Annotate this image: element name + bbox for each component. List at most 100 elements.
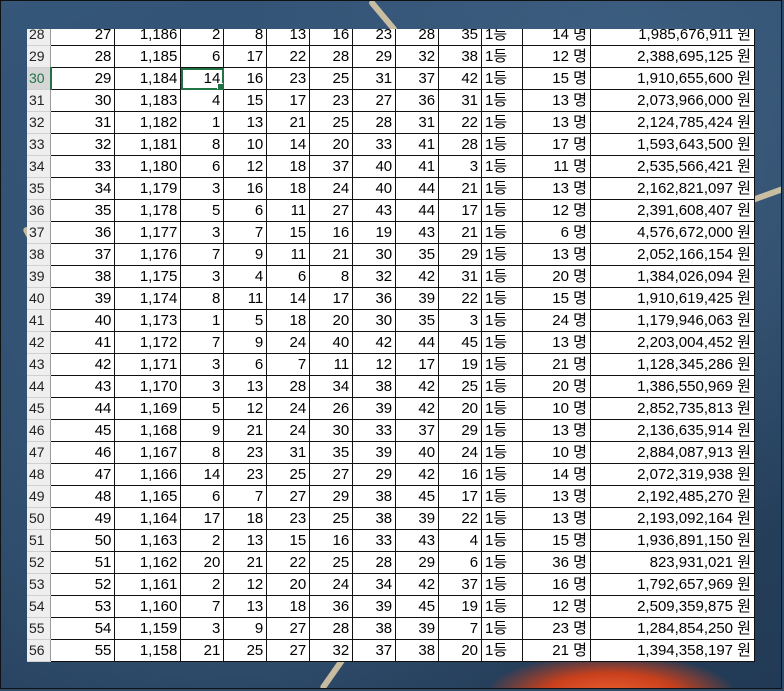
row-header[interactable]: 38 [27, 243, 52, 266]
num2-cell[interactable]: 12 [223, 155, 268, 178]
num4-cell[interactable]: 11 [309, 353, 354, 376]
num4-cell[interactable]: 37 [309, 155, 354, 178]
draw-no-cell[interactable]: 1,159 [114, 617, 182, 640]
winners-cell[interactable]: 14 명 [522, 29, 591, 46]
num5-cell[interactable]: 29 [352, 463, 397, 486]
rank-cell[interactable]: 1등 [481, 331, 523, 354]
bonus-cell[interactable]: 37 [438, 573, 483, 596]
table-row[interactable]: 52 51 1,162 20 21 22 25 28 29 6 1등 36 명 823,931,021 … [27, 551, 755, 574]
rank-cell[interactable]: 1등 [481, 595, 523, 618]
table-row[interactable]: 44 43 1,170 3 13 28 34 38 42 25 1등 20 명 1,386,550,96… [27, 375, 755, 398]
prize-cell[interactable]: 2,852,735,813 원 [589, 397, 755, 420]
num6-cell[interactable]: 41 [395, 155, 440, 178]
table-row[interactable]: 49 48 1,165 6 7 27 29 38 45 17 1등 13 명 2,192,485,270… [27, 485, 755, 508]
table-row[interactable]: 36 35 1,178 5 6 11 27 43 44 17 1등 12 명 2,391,608,407… [27, 199, 755, 222]
bonus-cell[interactable]: 21 [438, 221, 483, 244]
winners-cell[interactable]: 12 명 [522, 45, 591, 68]
table-row[interactable]: 39 38 1,175 3 4 6 8 32 42 31 1등 20 명 1,384,026,094 원 [27, 265, 755, 288]
num2-cell[interactable]: 9 [223, 617, 268, 640]
round-cell[interactable]: 34 [50, 177, 116, 200]
winners-cell[interactable]: 13 명 [522, 419, 591, 442]
row-header[interactable]: 48 [27, 463, 52, 486]
num5-cell[interactable]: 19 [352, 221, 397, 244]
prize-cell[interactable]: 2,388,695,125 원 [589, 45, 755, 68]
winners-cell[interactable]: 13 명 [522, 507, 591, 530]
table-row[interactable]: 29 28 1,185 6 17 22 28 29 32 38 1등 12 명 2,388,695,12… [27, 45, 755, 68]
bonus-cell[interactable]: 28 [438, 133, 483, 156]
num5-cell[interactable]: 38 [352, 485, 397, 508]
num6-cell[interactable]: 42 [395, 397, 440, 420]
draw-no-cell[interactable]: 1,168 [114, 419, 182, 442]
prize-cell[interactable]: 1,910,619,425 원 [589, 287, 755, 310]
bonus-cell[interactable]: 35 [438, 29, 483, 46]
draw-no-cell[interactable]: 1,182 [114, 111, 182, 134]
num5-cell[interactable]: 32 [352, 265, 397, 288]
num1-cell[interactable]: 1 [180, 111, 225, 134]
num6-cell[interactable]: 42 [395, 573, 440, 596]
num2-cell[interactable]: 8 [223, 29, 268, 46]
num6-cell[interactable]: 44 [395, 331, 440, 354]
table-row[interactable]: 56 55 1,158 21 25 27 32 37 38 20 1등 21 명 1,394,358,1… [27, 639, 755, 662]
num6-cell[interactable]: 35 [395, 309, 440, 332]
num3-cell[interactable]: 28 [266, 375, 311, 398]
table-row[interactable]: 47 46 1,167 8 23 31 35 39 40 24 1등 10 명 2,884,087,91… [27, 441, 755, 464]
num1-cell[interactable]: 3 [180, 353, 225, 376]
prize-cell[interactable]: 2,136,635,914 원 [589, 419, 755, 442]
num2-cell[interactable]: 15 [223, 89, 268, 112]
num6-cell[interactable]: 35 [395, 243, 440, 266]
bonus-cell[interactable]: 24 [438, 441, 483, 464]
draw-no-cell[interactable]: 1,164 [114, 507, 182, 530]
table-row[interactable]: 32 31 1,182 1 13 21 25 28 31 22 1등 13 명 2,124,785,42… [27, 111, 755, 134]
winners-cell[interactable]: 13 명 [522, 331, 591, 354]
winners-cell[interactable]: 12 명 [522, 199, 591, 222]
table-row[interactable]: 41 40 1,173 1 5 18 20 30 35 3 1등 24 명 1,179,946,063 … [27, 309, 755, 332]
rank-cell[interactable]: 1등 [481, 29, 523, 46]
prize-cell[interactable]: 823,931,021 원 [589, 551, 755, 574]
draw-no-cell[interactable]: 1,186 [114, 29, 182, 46]
num5-cell[interactable]: 38 [352, 375, 397, 398]
num6-cell[interactable]: 28 [395, 29, 440, 46]
num1-cell[interactable]: 9 [180, 419, 225, 442]
table-row[interactable]: 54 53 1,160 7 13 18 36 39 45 19 1등 12 명 2,509,359,87… [27, 595, 755, 618]
num2-cell[interactable]: 21 [223, 551, 268, 574]
winners-cell[interactable]: 16 명 [522, 573, 591, 596]
round-cell[interactable]: 32 [50, 133, 116, 156]
draw-no-cell[interactable]: 1,177 [114, 221, 182, 244]
bonus-cell[interactable]: 19 [438, 595, 483, 618]
num2-cell[interactable]: 25 [223, 639, 268, 662]
num6-cell[interactable]: 37 [395, 67, 440, 90]
round-cell[interactable]: 39 [50, 287, 116, 310]
round-cell[interactable]: 46 [50, 441, 116, 464]
row-header[interactable]: 56 [27, 639, 52, 662]
num4-cell[interactable]: 26 [309, 397, 354, 420]
round-cell[interactable]: 55 [50, 639, 116, 662]
draw-no-cell[interactable]: 1,184 [114, 67, 182, 90]
draw-no-cell[interactable]: 1,181 [114, 133, 182, 156]
num6-cell[interactable]: 43 [395, 221, 440, 244]
draw-no-cell[interactable]: 1,179 [114, 177, 182, 200]
num6-cell[interactable]: 39 [395, 507, 440, 530]
winners-cell[interactable]: 24 명 [522, 309, 591, 332]
rank-cell[interactable]: 1등 [481, 221, 523, 244]
prize-cell[interactable]: 2,193,092,164 원 [589, 507, 755, 530]
num3-cell[interactable]: 24 [266, 331, 311, 354]
bonus-cell[interactable]: 22 [438, 287, 483, 310]
num1-cell[interactable]: 8 [180, 287, 225, 310]
num3-cell[interactable]: 18 [266, 177, 311, 200]
winners-cell[interactable]: 15 명 [522, 67, 591, 90]
prize-cell[interactable]: 2,124,785,424 원 [589, 111, 755, 134]
num3-cell[interactable]: 22 [266, 45, 311, 68]
draw-no-cell[interactable]: 1,162 [114, 551, 182, 574]
bonus-cell[interactable]: 22 [438, 111, 483, 134]
num5-cell[interactable]: 23 [352, 29, 397, 46]
prize-cell[interactable]: 2,884,087,913 원 [589, 441, 755, 464]
num1-cell[interactable]: 21 [180, 639, 225, 662]
bonus-cell[interactable]: 3 [438, 155, 483, 178]
num1-cell[interactable]: 3 [180, 221, 225, 244]
winners-cell[interactable]: 15 명 [522, 529, 591, 552]
draw-no-cell[interactable]: 1,161 [114, 573, 182, 596]
num5-cell[interactable]: 38 [352, 617, 397, 640]
row-header[interactable]: 46 [27, 419, 52, 442]
row-header[interactable]: 30 [27, 67, 52, 90]
num5-cell[interactable]: 39 [352, 441, 397, 464]
